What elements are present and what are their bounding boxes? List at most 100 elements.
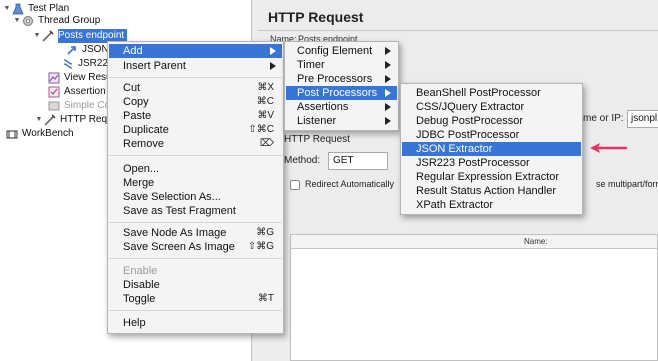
menu-item-timer[interactable]: Timer — [286, 58, 397, 72]
workbench-icon — [6, 128, 18, 140]
add-submenu: Config Element Timer Pre Processors Post… — [284, 41, 399, 131]
menu-item-save-screen-as-image[interactable]: Save Screen As Image ⇧⌘G — [109, 240, 282, 254]
tree-item-jsr223[interactable]: JSR223 — [62, 57, 114, 71]
menu-separator — [109, 222, 282, 223]
menu-item-label: Enable — [123, 265, 158, 277]
parameters-table[interactable]: Name: — [290, 234, 658, 361]
menu-item-config-element[interactable]: Config Element — [286, 44, 397, 58]
shortcut-label: ⌘G — [256, 227, 274, 238]
menu-item-label: Paste — [123, 110, 152, 122]
listener-chart-icon — [48, 72, 60, 84]
post-processors-submenu: BeanShell PostProcessor CSS/JQuery Extra… — [400, 83, 583, 215]
menu-item-label: JDBC PostProcessor — [416, 129, 520, 141]
panel-title: HTTP Request — [268, 9, 364, 25]
menu-item-label: BeanShell PostProcessor — [416, 87, 541, 99]
menu-item-regular-expression-extractor[interactable]: Regular Expression Extractor — [402, 170, 581, 184]
submenu-arrow-icon — [385, 117, 391, 125]
submenu-arrow-icon — [270, 62, 276, 70]
shortcut-label: ⇧⌘G — [247, 241, 274, 252]
menu-item-label: Timer — [297, 59, 325, 71]
menu-item-label: Remove — [123, 138, 164, 150]
context-menu: Add Insert Parent Cut ⌘X Copy ⌘C Paste ⌘… — [107, 41, 284, 334]
submenu-arrow-icon — [385, 89, 391, 97]
tree-item-simple-controller[interactable]: Simple Co — [48, 99, 110, 113]
shortcut-label: ⌘T — [257, 293, 274, 304]
menu-item-pre-processors[interactable]: Pre Processors — [286, 72, 397, 86]
menu-item-help[interactable]: Help — [109, 316, 282, 330]
menu-item-insert-parent[interactable]: Insert Parent — [109, 59, 282, 73]
method-select[interactable]: GET — [328, 152, 388, 170]
menu-item-cut[interactable]: Cut ⌘X — [109, 81, 282, 95]
tree-item-http-request-row[interactable]: ▼ HTTP Req — [34, 113, 107, 127]
expand-triangle-icon[interactable]: ▼ — [12, 14, 22, 28]
annotation-arrow-icon — [590, 143, 628, 153]
menu-item-css-jquery-extractor[interactable]: CSS/JQuery Extractor — [402, 100, 581, 114]
name-column-header[interactable]: Name: — [524, 237, 548, 246]
menu-item-post-processors[interactable]: Post Processors — [286, 86, 397, 100]
tree-item-assertion[interactable]: Assertion — [48, 85, 106, 99]
menu-item-duplicate[interactable]: Duplicate ⇧⌘C — [109, 123, 282, 137]
menu-item-label: Config Element — [297, 45, 373, 57]
menu-item-label: Merge — [123, 177, 155, 189]
tree-item-thread-group[interactable]: ▼ Thread Group — [12, 14, 100, 28]
expand-triangle-icon[interactable]: ▼ — [34, 113, 44, 127]
tree-item-label: View Resu — [64, 72, 112, 83]
server-name-field[interactable]: jsonpl — [627, 110, 658, 128]
gear-icon — [22, 15, 34, 27]
tree-item-view-results[interactable]: View Resu — [48, 71, 112, 85]
shortcut-label: ⌘C — [256, 96, 274, 107]
menu-item-disable[interactable]: Disable — [109, 278, 282, 292]
menu-item-label: CSS/JQuery Extractor — [416, 101, 525, 113]
shortcut-label: ⌘V — [257, 110, 274, 121]
assertion-icon — [48, 86, 60, 98]
menu-item-label: Copy — [123, 96, 149, 108]
menu-item-save-selection-as[interactable]: Save Selection As... — [109, 190, 282, 204]
shortcut-label: ⌘X — [257, 82, 274, 93]
tree-item-label: WorkBench — [22, 128, 74, 139]
menu-item-json-extractor[interactable]: JSON Extractor — [402, 142, 581, 156]
menu-item-jsr223-postprocessor[interactable]: JSR223 PostProcessor — [402, 156, 581, 170]
submenu-arrow-icon — [385, 61, 391, 69]
menu-item-label: Regular Expression Extractor — [416, 171, 560, 183]
redirect-automatically-checkbox[interactable] — [290, 180, 300, 190]
menu-separator — [109, 155, 282, 156]
menu-item-label: JSR223 PostProcessor — [416, 157, 530, 169]
menu-item-merge[interactable]: Merge — [109, 176, 282, 190]
menu-item-save-as-test-fragment[interactable]: Save as Test Fragment — [109, 204, 282, 218]
menu-item-listener[interactable]: Listener — [286, 114, 397, 128]
menu-item-paste[interactable]: Paste ⌘V — [109, 109, 282, 123]
menu-item-label: Result Status Action Handler — [416, 185, 557, 197]
menu-item-label: Save Screen As Image — [123, 241, 235, 253]
http-sampler-icon — [42, 30, 54, 42]
menu-item-beanshell-postprocessor[interactable]: BeanShell PostProcessor — [402, 86, 581, 100]
menu-item-label: Add — [123, 45, 143, 57]
menu-item-label: Assertions — [297, 101, 349, 113]
menu-item-add[interactable]: Add — [109, 44, 282, 58]
menu-item-xpath-extractor[interactable]: XPath Extractor — [402, 198, 581, 212]
menu-separator — [109, 77, 282, 78]
submenu-arrow-icon — [385, 75, 391, 83]
divider — [258, 30, 658, 31]
tree-item-workbench[interactable]: WorkBench — [6, 127, 74, 141]
menu-item-result-status-action-handler[interactable]: Result Status Action Handler — [402, 184, 581, 198]
menu-item-toggle[interactable]: Toggle ⌘T — [109, 292, 282, 306]
menu-item-jdbc-postprocessor[interactable]: JDBC PostProcessor — [402, 128, 581, 142]
menu-item-debug-postprocessor[interactable]: Debug PostProcessor — [402, 114, 581, 128]
menu-item-label: Toggle — [123, 293, 156, 305]
expand-triangle-icon[interactable]: ▼ — [32, 29, 42, 43]
menu-item-label: Save Selection As... — [123, 191, 221, 203]
menu-item-label: Debug PostProcessor — [416, 115, 523, 127]
menu-item-copy[interactable]: Copy ⌘C — [109, 95, 282, 109]
table-header: Name: — [291, 235, 657, 249]
http-request-section-label: HTTP Request — [284, 134, 350, 145]
expand-triangle-icon[interactable]: ▼ — [2, 2, 12, 16]
menu-item-label: Disable — [123, 279, 160, 291]
redirect-automatically-label: Redirect Automatically — [305, 179, 395, 189]
menu-item-assertions[interactable]: Assertions — [286, 100, 397, 114]
menu-item-label: Save as Test Fragment — [123, 205, 236, 217]
menu-item-save-node-as-image[interactable]: Save Node As Image ⌘G — [109, 226, 282, 240]
menu-item-remove[interactable]: Remove ⌦ — [109, 137, 282, 151]
delete-key-icon: ⌦ — [259, 138, 274, 149]
menu-item-open[interactable]: Open... — [109, 162, 282, 176]
menu-separator — [109, 258, 282, 259]
